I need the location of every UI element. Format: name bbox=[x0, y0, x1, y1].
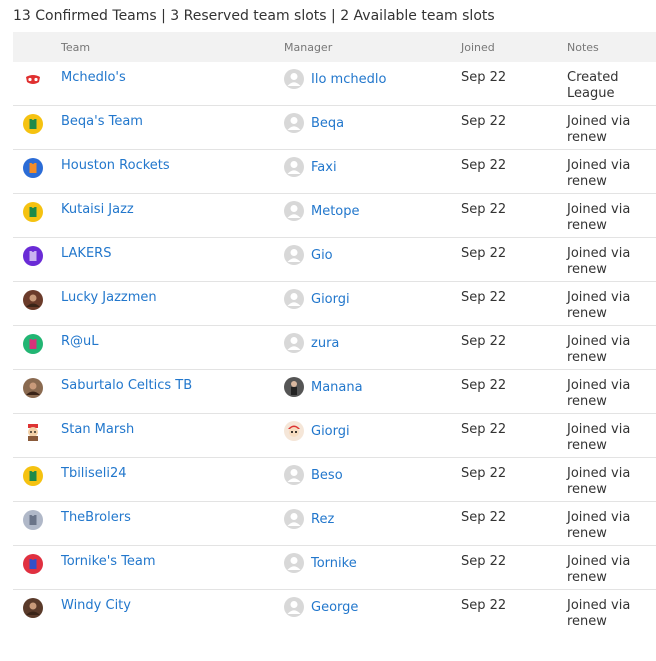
manager-name[interactable]: Giorgi bbox=[311, 424, 350, 439]
manager-name[interactable]: Manana bbox=[311, 380, 363, 395]
notes-text: Joined via renew bbox=[567, 466, 631, 497]
joined-date: Sep 22 bbox=[461, 422, 507, 437]
joined-date: Sep 22 bbox=[461, 598, 507, 613]
team-link[interactable]: LAKERS bbox=[61, 246, 111, 261]
red-mask-icon bbox=[26, 75, 40, 84]
manager-name[interactable]: zura bbox=[311, 336, 339, 351]
team-link[interactable]: Tornike's Team bbox=[61, 554, 156, 569]
avatar-icon bbox=[284, 289, 304, 309]
manager-name[interactable]: Beqa bbox=[311, 116, 344, 131]
notes-text: Joined via renew bbox=[567, 290, 631, 321]
manager-name[interactable]: Rez bbox=[311, 512, 334, 527]
joined-date: Sep 22 bbox=[461, 202, 507, 217]
notes-text: Joined via renew bbox=[567, 378, 631, 409]
header-notes: Notes bbox=[567, 41, 599, 54]
avatar-icon bbox=[284, 421, 304, 441]
manager-name[interactable]: Beso bbox=[311, 468, 343, 483]
table-row: TheBrolers Rez Sep 22 Joined via renew bbox=[13, 502, 656, 546]
table-row: Stan Marsh Giorgi Sep 22 Joined via rene… bbox=[13, 414, 656, 458]
notes-text: Joined via renew bbox=[567, 422, 631, 453]
avatar-icon bbox=[284, 377, 304, 397]
team-link[interactable]: Stan Marsh bbox=[61, 422, 134, 437]
table-row: Windy City George Sep 22 Joined via rene… bbox=[13, 590, 656, 634]
table-row: Kutaisi Jazz Metope Sep 22 Joined via re… bbox=[13, 194, 656, 238]
avatar-icon bbox=[284, 465, 304, 485]
table-row: Mchedlo's Ilo mchedlo Sep 22 Created Lea… bbox=[13, 62, 656, 106]
avatar-icon bbox=[284, 333, 304, 353]
team-summary: 13 Confirmed Teams | 3 Reserved team slo… bbox=[13, 8, 495, 24]
avatar-icon bbox=[284, 201, 304, 221]
manager-name[interactable]: Ilo mchedlo bbox=[311, 72, 386, 87]
manager-name[interactable]: Gio bbox=[311, 248, 333, 263]
table-row: R@uL zura Sep 22 Joined via renew bbox=[13, 326, 656, 370]
notes-text: Joined via renew bbox=[567, 114, 631, 145]
orange-jersey-icon bbox=[23, 158, 43, 178]
avatar-icon bbox=[284, 245, 304, 265]
notes-text: Joined via renew bbox=[567, 554, 631, 585]
table-row: Saburtalo Celtics TB Manana Sep 22 Joine… bbox=[13, 370, 656, 414]
green-jersey-icon bbox=[23, 466, 43, 486]
photo-icon bbox=[23, 378, 43, 398]
manager-name[interactable]: Tornike bbox=[311, 556, 357, 571]
table-header: Team Manager Joined Notes bbox=[13, 32, 656, 62]
notes-text: Joined via renew bbox=[567, 202, 631, 233]
table-row: Tbiliseli24 Beso Sep 22 Joined via renew bbox=[13, 458, 656, 502]
notes-text: Joined via renew bbox=[567, 334, 631, 365]
team-link[interactable]: Houston Rockets bbox=[61, 158, 170, 173]
team-link[interactable]: R@uL bbox=[61, 334, 99, 349]
header-joined: Joined bbox=[461, 41, 495, 54]
table-row: Tornike's Team Tornike Sep 22 Joined via… bbox=[13, 546, 656, 590]
table-row: Lucky Jazzmen Giorgi Sep 22 Joined via r… bbox=[13, 282, 656, 326]
team-link[interactable]: Tbiliseli24 bbox=[61, 466, 127, 481]
notes-text: Joined via renew bbox=[567, 158, 631, 189]
manager-name[interactable]: Giorgi bbox=[311, 292, 350, 307]
notes-text: Joined via renew bbox=[567, 598, 631, 629]
joined-date: Sep 22 bbox=[461, 70, 507, 85]
green-jersey-icon bbox=[23, 114, 43, 134]
team-link[interactable]: Mchedlo's bbox=[61, 70, 126, 85]
joined-date: Sep 22 bbox=[461, 510, 507, 525]
joined-date: Sep 22 bbox=[461, 158, 507, 173]
avatar-icon bbox=[284, 509, 304, 529]
joined-date: Sep 22 bbox=[461, 246, 507, 261]
photo-icon bbox=[23, 598, 43, 618]
table-body: Mchedlo's Ilo mchedlo Sep 22 Created Lea… bbox=[13, 62, 656, 634]
purple-jersey-icon bbox=[23, 246, 43, 266]
team-link[interactable]: Saburtalo Celtics TB bbox=[61, 378, 192, 393]
avatar-icon bbox=[284, 157, 304, 177]
team-link[interactable]: Beqa's Team bbox=[61, 114, 143, 129]
manager-name[interactable]: George bbox=[311, 600, 358, 615]
joined-date: Sep 22 bbox=[461, 466, 507, 481]
joined-date: Sep 22 bbox=[461, 554, 507, 569]
joined-date: Sep 22 bbox=[461, 378, 507, 393]
avatar-icon bbox=[284, 69, 304, 89]
team-link[interactable]: Lucky Jazzmen bbox=[61, 290, 157, 305]
table-row: Houston Rockets Faxi Sep 22 Joined via r… bbox=[13, 150, 656, 194]
photo-icon bbox=[23, 290, 43, 310]
header-team: Team bbox=[61, 41, 91, 54]
team-link[interactable]: Windy City bbox=[61, 598, 131, 613]
table-row: LAKERS Gio Sep 22 Joined via renew bbox=[13, 238, 656, 282]
avatar-icon bbox=[284, 113, 304, 133]
header-manager: Manager bbox=[284, 41, 333, 54]
avatar-icon bbox=[284, 597, 304, 617]
avatar-icon bbox=[284, 553, 304, 573]
notes-text: Joined via renew bbox=[567, 510, 631, 541]
team-link[interactable]: TheBrolers bbox=[61, 510, 131, 525]
teams-table: Team Manager Joined Notes Mchedlo's Ilo … bbox=[13, 32, 656, 634]
joined-date: Sep 22 bbox=[461, 290, 507, 305]
grey-jersey-icon bbox=[23, 510, 43, 530]
joined-date: Sep 22 bbox=[461, 114, 507, 129]
green-jersey-icon bbox=[23, 202, 43, 222]
manager-name[interactable]: Faxi bbox=[311, 160, 337, 175]
blue-jersey-icon bbox=[23, 554, 43, 574]
joined-date: Sep 22 bbox=[461, 334, 507, 349]
table-row: Beqa's Team Beqa Sep 22 Joined via renew bbox=[13, 106, 656, 150]
pink-jersey-icon bbox=[23, 334, 43, 354]
notes-text: Created League bbox=[567, 70, 619, 101]
cartoon-icon bbox=[28, 424, 38, 441]
team-link[interactable]: Kutaisi Jazz bbox=[61, 202, 134, 217]
manager-name[interactable]: Metope bbox=[311, 204, 360, 219]
notes-text: Joined via renew bbox=[567, 246, 631, 277]
